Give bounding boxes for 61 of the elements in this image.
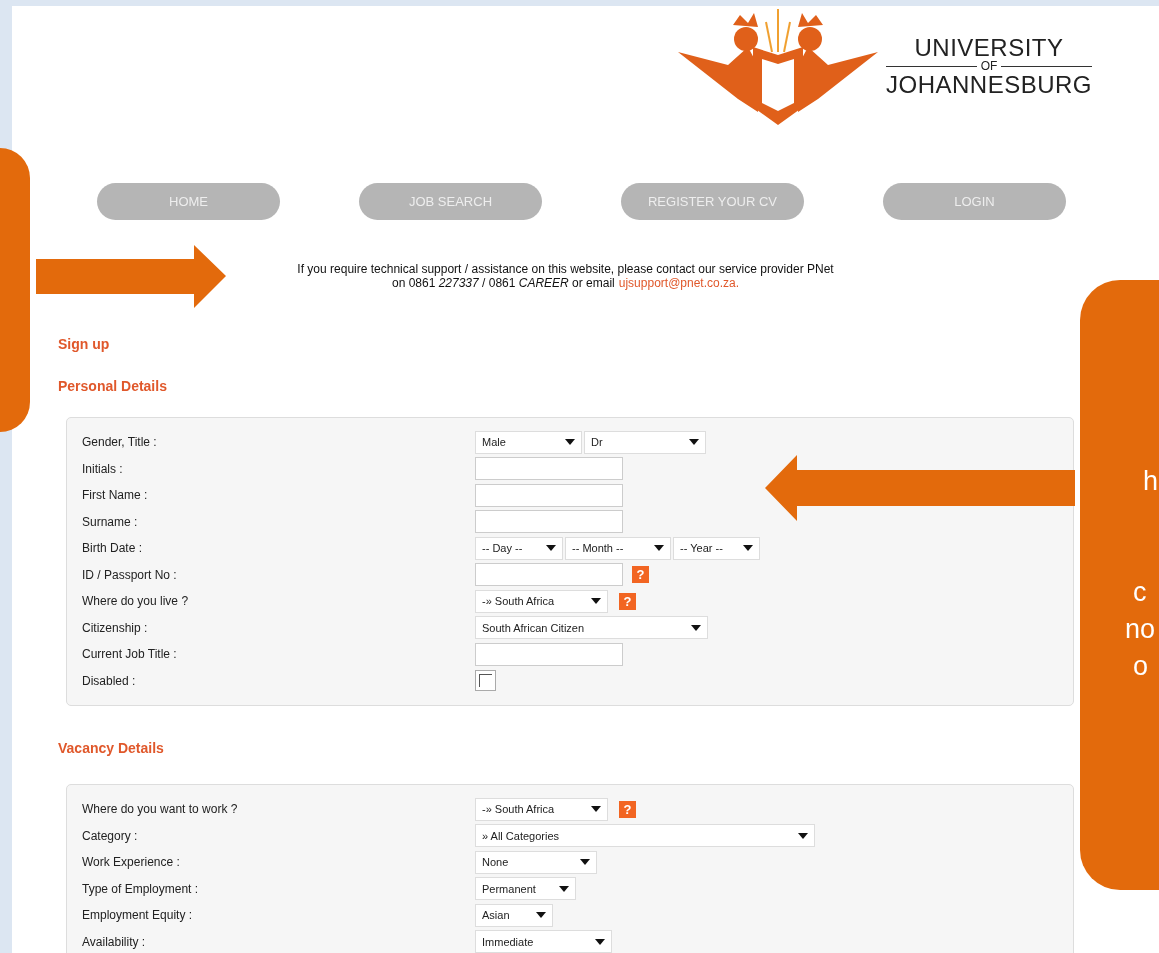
field-label: ID / Passport No : bbox=[82, 566, 178, 584]
field-label: Disabled : bbox=[82, 672, 137, 690]
field-label: Birth Date : bbox=[82, 540, 144, 558]
logo-text: OF bbox=[980, 60, 998, 72]
caret-icon bbox=[654, 545, 664, 552]
caret-icon bbox=[536, 912, 546, 919]
support-text: If you require technical support / assistance on this website, please contact our service provider PNet bbox=[296, 262, 835, 276]
callout-text: c bbox=[1132, 576, 1148, 609]
caret-icon bbox=[546, 545, 556, 552]
field-label: Where do you want to work ? bbox=[82, 801, 239, 819]
section-title: Personal Details bbox=[58, 377, 168, 396]
dropdown[interactable]: None bbox=[475, 850, 597, 874]
field-label: First Name : bbox=[82, 487, 149, 505]
dropdown[interactable]: -- Day -- bbox=[475, 536, 563, 560]
logo-text: JOHANNESBURG bbox=[885, 72, 1092, 98]
field-label: Where do you live ? bbox=[82, 593, 190, 611]
text-field[interactable] bbox=[475, 483, 623, 507]
field-label: Type of Employment : bbox=[82, 880, 200, 898]
text-field[interactable] bbox=[475, 510, 623, 534]
callout-text: no bbox=[1124, 613, 1157, 646]
dropdown[interactable]: Permanent bbox=[475, 877, 576, 901]
text-field[interactable] bbox=[475, 563, 623, 587]
email-link[interactable]: ujsupport@pnet.co.za. bbox=[618, 276, 740, 290]
logo-text: UNIVERSITY bbox=[914, 34, 1064, 60]
dropdown[interactable]: Dr bbox=[584, 430, 706, 454]
field-label: Employment Equity : bbox=[82, 907, 194, 925]
caret-icon bbox=[798, 832, 808, 839]
caret-icon bbox=[595, 938, 605, 945]
caret-icon bbox=[580, 859, 590, 866]
field-label: Availability : bbox=[82, 933, 147, 951]
caret-icon bbox=[559, 885, 569, 892]
callout-text: h bbox=[1142, 465, 1159, 498]
caret-icon bbox=[691, 624, 701, 631]
callout-text: o bbox=[1132, 650, 1150, 683]
field-label: Work Experience : bbox=[82, 854, 181, 872]
field-label: Surname : bbox=[82, 513, 139, 531]
field-label: Gender, Title : bbox=[82, 434, 158, 452]
caret-icon bbox=[565, 439, 575, 446]
dropdown[interactable]: Asian bbox=[475, 903, 553, 927]
text-field[interactable] bbox=[475, 642, 623, 666]
caret-icon bbox=[743, 545, 753, 552]
support-text: on 0861 227337 / 0861 CAREER or email bbox=[391, 276, 615, 290]
checkbox[interactable] bbox=[475, 670, 496, 692]
caret-icon bbox=[591, 806, 601, 813]
page-title: Sign up bbox=[58, 335, 111, 354]
dropdown[interactable]: Immediate bbox=[475, 930, 612, 953]
dropdown[interactable]: -- Month -- bbox=[565, 536, 671, 560]
field-label: Category : bbox=[82, 827, 139, 845]
dropdown[interactable]: -» South Africa bbox=[475, 797, 608, 821]
dropdown[interactable]: » All Categories bbox=[475, 824, 815, 848]
dropdown[interactable]: South African Citizen bbox=[475, 616, 708, 640]
section-title: Vacancy Details bbox=[58, 739, 165, 758]
dropdown[interactable]: -- Year -- bbox=[673, 536, 760, 560]
dropdown[interactable]: Male bbox=[475, 430, 582, 454]
caret-icon bbox=[689, 439, 699, 446]
field-label: Current Job Title : bbox=[82, 646, 178, 664]
field-label: Initials : bbox=[82, 460, 124, 478]
dropdown[interactable]: -» South Africa bbox=[475, 589, 608, 613]
field-label: Citizenship : bbox=[82, 619, 149, 637]
caret-icon bbox=[591, 598, 601, 605]
text-field[interactable] bbox=[475, 457, 623, 481]
